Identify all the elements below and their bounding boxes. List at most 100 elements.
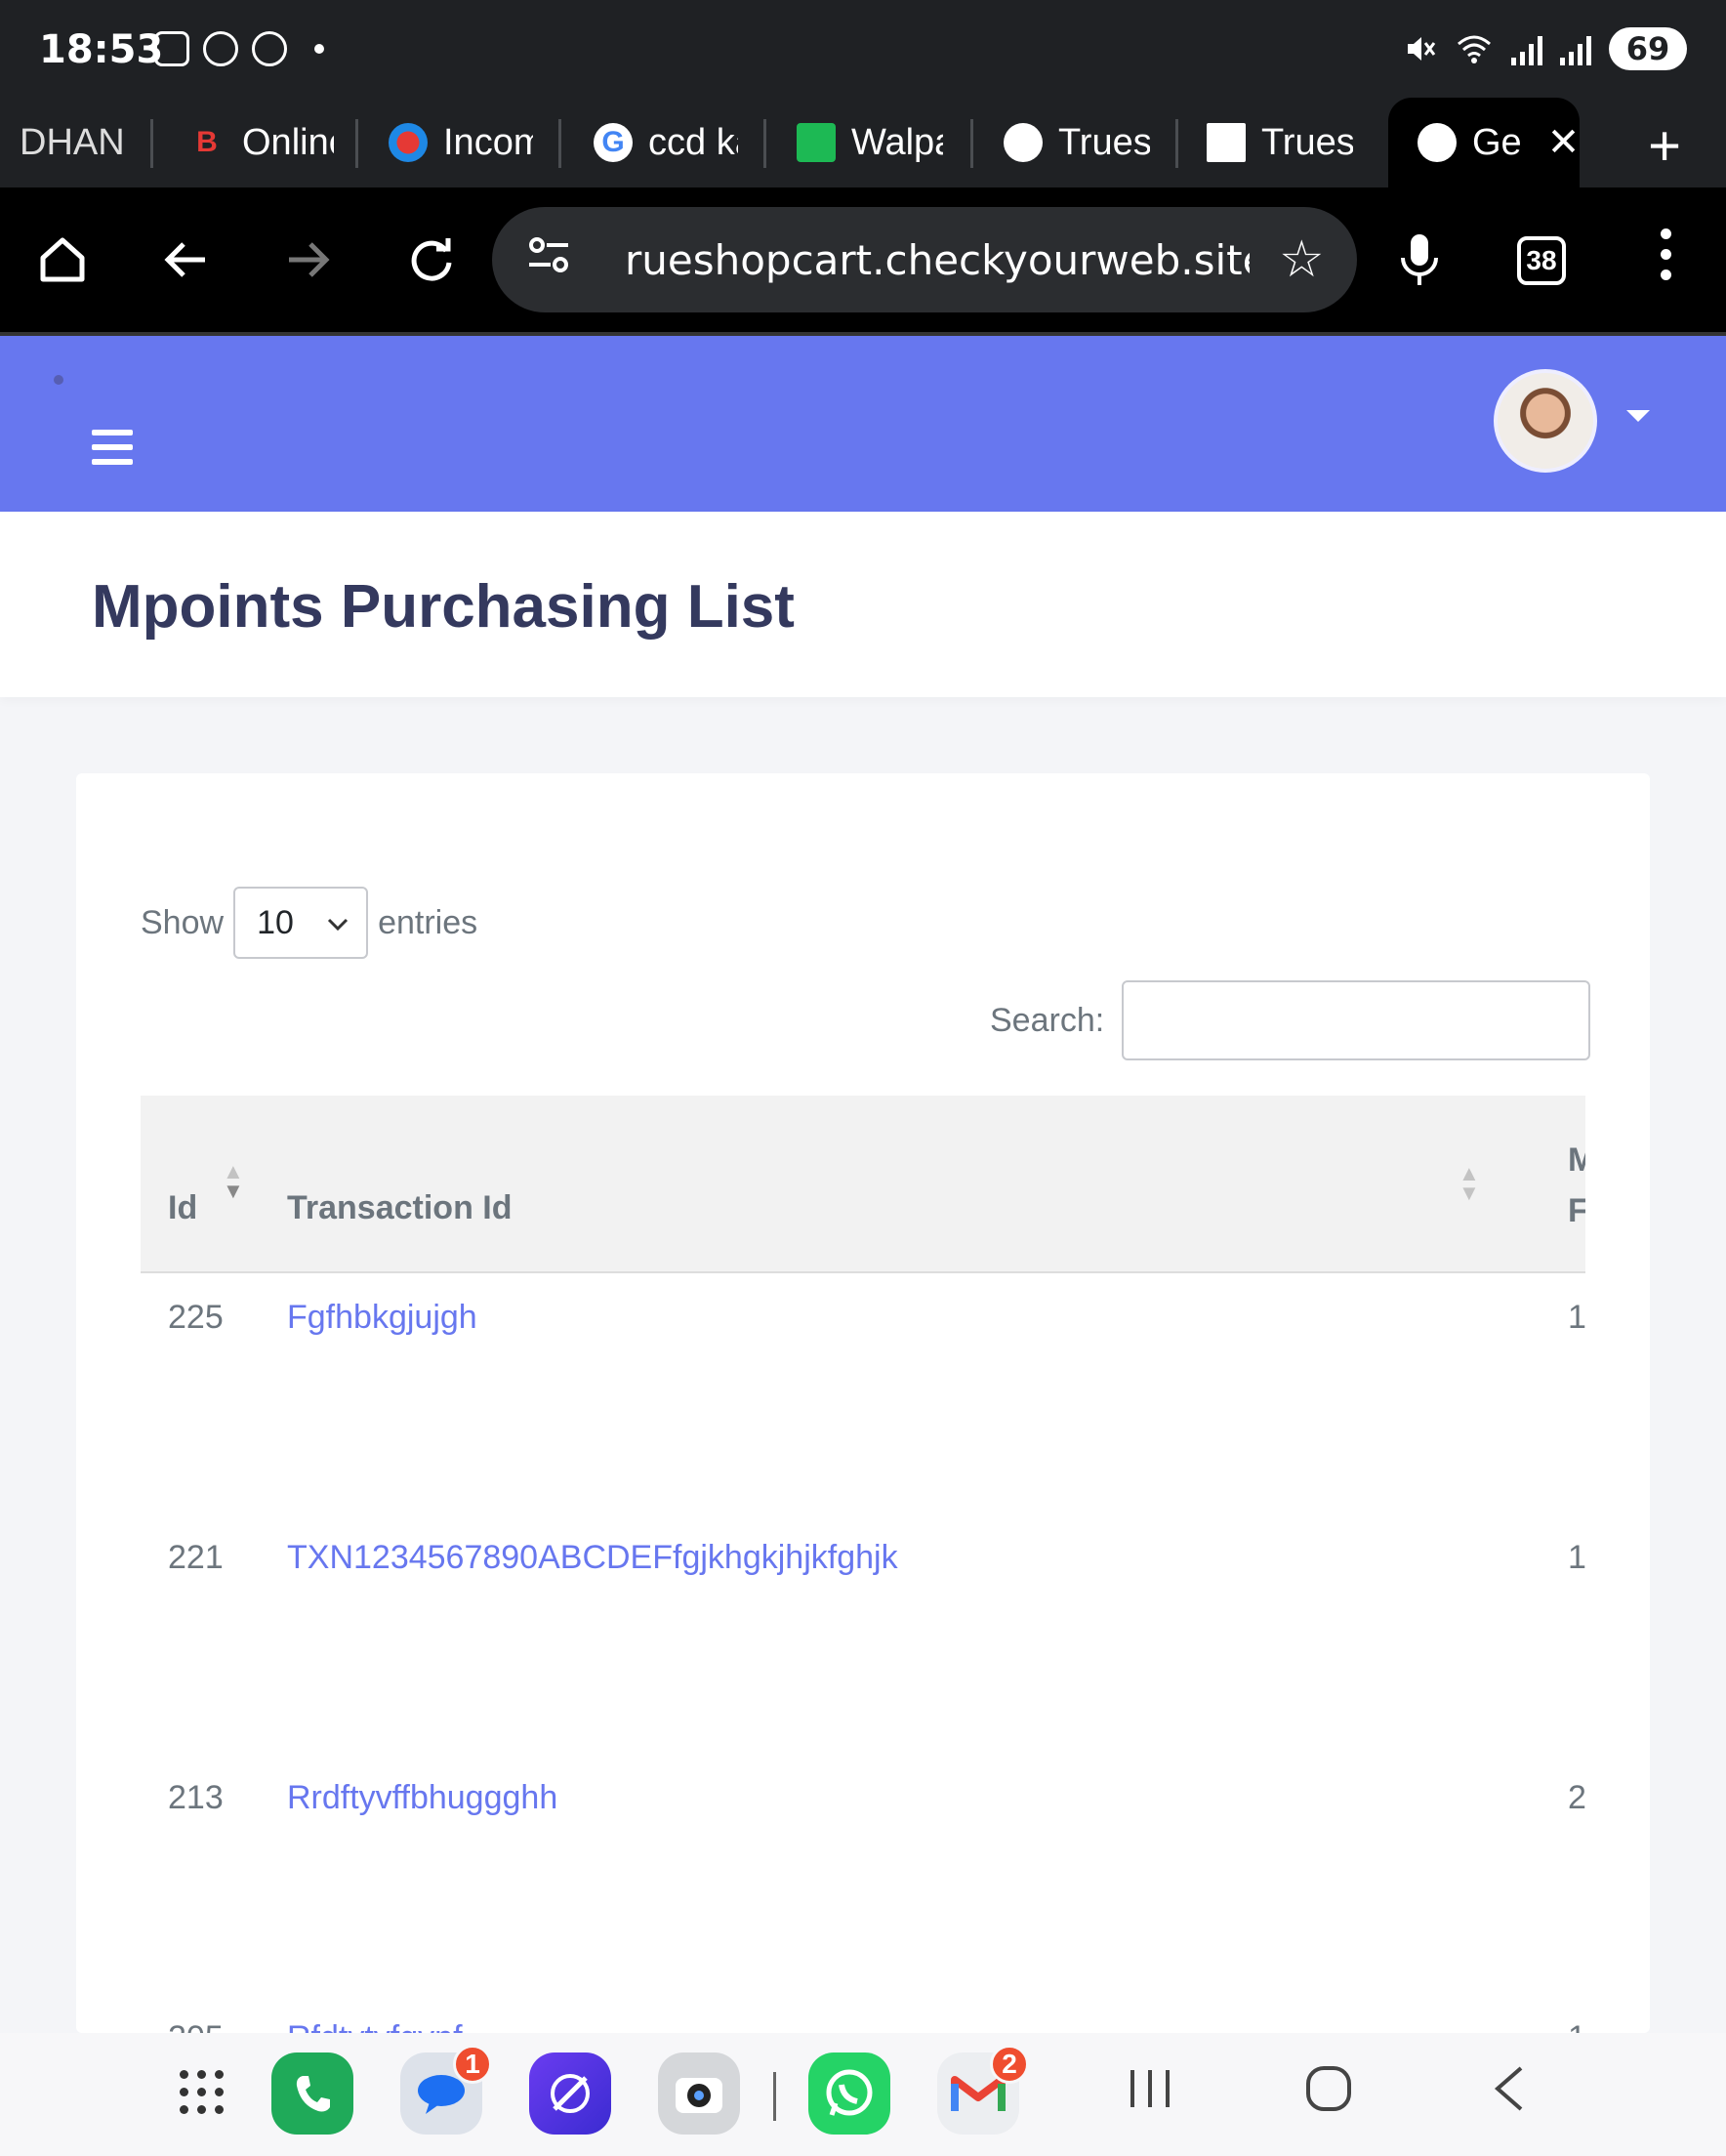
messages-app-icon[interactable]: 1	[400, 2045, 492, 2135]
bookmark-star-icon[interactable]: ☆	[1279, 230, 1325, 289]
more-options-icon[interactable]	[1656, 228, 1675, 280]
cell-clipped: 1	[1568, 2019, 1585, 2033]
battery-level: 69	[1625, 30, 1670, 67]
page-title-section: Mpoints Purchasing List	[0, 512, 1726, 697]
globe-icon	[1418, 123, 1457, 162]
phone-app-icon[interactable]	[271, 2052, 353, 2135]
trueshop-favicon-icon	[1207, 123, 1246, 162]
system-icons: 69	[1404, 27, 1687, 70]
column-header-clipped[interactable]: M F	[1568, 1135, 1585, 1236]
search-input[interactable]	[1122, 980, 1591, 1060]
cell-id: 213	[168, 1779, 224, 1816]
table-search: Search:	[990, 980, 1591, 1060]
entries-select[interactable]: 10	[233, 887, 369, 959]
app-drawer-icon[interactable]	[180, 2070, 225, 2115]
status-bar: 18:53 69	[0, 0, 1726, 98]
tab-income[interactable]: Incom	[389, 98, 533, 187]
android-nav-bar: 1 2	[0, 2033, 1726, 2156]
transaction-link[interactable]: Rrdftyvffbhuggghh	[287, 1779, 557, 1817]
gmail-app-icon[interactable]: 2	[937, 2045, 1029, 2135]
tab-label: Incom	[443, 121, 533, 163]
clipped-header-line-1: M	[1568, 1141, 1585, 1179]
back-arrow-icon[interactable]	[154, 228, 217, 291]
transaction-link[interactable]: Fgfhbkgjujgh	[287, 1299, 477, 1337]
battery-indicator: 69	[1609, 27, 1687, 70]
tab-label: Trues	[1058, 121, 1150, 163]
reload-icon[interactable]	[400, 228, 463, 291]
user-avatar[interactable]	[1494, 369, 1597, 473]
browser-toolbar: rueshopcart.checkyourweb.site ☆ 38	[0, 187, 1726, 332]
wallpaper-app-icon	[797, 123, 836, 162]
cell-clipped: 1	[1568, 1539, 1585, 1576]
microphone-icon[interactable]	[1388, 228, 1451, 291]
column-header-id[interactable]: Id	[168, 1189, 197, 1227]
tab-count-label: 38	[1526, 245, 1557, 275]
app-header	[0, 336, 1726, 512]
user-dropdown-caret-icon[interactable]	[1626, 410, 1650, 422]
transaction-link[interactable]: Rfdtytyfgvnf	[287, 2019, 463, 2033]
tab-trues-1[interactable]: Trues	[1004, 98, 1150, 187]
column-header-transaction-id[interactable]: Transaction Id	[287, 1189, 513, 1227]
address-bar[interactable]: rueshopcart.checkyourweb.site ☆	[492, 207, 1357, 312]
site-settings-icon[interactable]	[527, 235, 586, 284]
home-icon[interactable]	[31, 228, 94, 291]
tab-label: ccd ka	[648, 121, 738, 163]
tab-favicon-income	[389, 123, 428, 162]
entries-label: entries	[378, 903, 478, 941]
mute-icon	[1408, 37, 1436, 61]
url-text: rueshopcart.checkyourweb.site	[625, 235, 1250, 284]
table-row: 213 Rrdftyvffbhuggghh 2	[141, 1754, 1585, 1994]
status-time: 18:53	[39, 27, 164, 72]
hamburger-menu-icon[interactable]	[92, 430, 133, 465]
tab-online[interactable]: B Online	[187, 98, 334, 187]
tab-label: Ge	[1472, 121, 1522, 163]
chat-bubble-icon	[252, 31, 287, 66]
table-row: 221 TXN1234567890ABCDEFfgjkhgkjhjkfghjk …	[141, 1513, 1585, 1754]
signal-2-icon	[1560, 32, 1591, 65]
basketball-icon	[203, 31, 238, 66]
entries-length-control: Show 10 entries	[141, 887, 477, 959]
table-row: 205 Rfdtytyfgvnf 1	[141, 1994, 1585, 2033]
forward-arrow-icon[interactable]	[277, 228, 340, 291]
tab-active[interactable]: Ge ✕	[1388, 98, 1580, 187]
tab-favicon-b: B	[196, 126, 218, 158]
tab-separator	[355, 119, 358, 168]
tab-label: Online	[242, 121, 334, 163]
messages-badge: 1	[453, 2045, 492, 2084]
tab-separator	[763, 119, 766, 168]
tab-switcher-button[interactable]: 38	[1517, 236, 1566, 285]
tab-ccd[interactable]: G ccd ka	[594, 98, 738, 187]
transaction-link[interactable]: TXN1234567890ABCDEFfgjkhgkjhjkfghjk	[287, 1539, 898, 1577]
browser-app-icon[interactable]	[529, 2052, 611, 2135]
back-nav-icon[interactable]	[1490, 2062, 1529, 2126]
tab-label: DHAN	[20, 121, 125, 163]
screenshot-icon	[154, 31, 189, 66]
recent-apps-icon[interactable]	[1127, 2062, 1173, 2126]
table-row: 225 Fgfhbkgjujgh 1	[141, 1273, 1585, 1513]
camera-app-icon[interactable]	[658, 2052, 740, 2135]
tab-dhan[interactable]: DHAN	[20, 98, 127, 187]
whatsapp-app-icon[interactable]	[808, 2052, 890, 2135]
search-label: Search:	[990, 1001, 1105, 1039]
cell-id: 225	[168, 1299, 224, 1336]
tab-walpa[interactable]: Walpa	[797, 98, 943, 187]
new-tab-plus-icon[interactable]: +	[1648, 113, 1681, 179]
tab-separator	[1175, 119, 1178, 168]
header-dot	[54, 375, 63, 385]
table-header: Id ▲ ▼ Transaction Id ▲ ▼ M F	[141, 1096, 1585, 1273]
tab-separator	[970, 119, 973, 168]
sort-icon: ▲ ▼	[223, 1159, 244, 1203]
signal-1-icon	[1511, 32, 1542, 65]
tab-trues-2[interactable]: Trues	[1207, 98, 1353, 187]
cell-id: 221	[168, 1539, 224, 1576]
show-label: Show	[141, 903, 225, 941]
cell-clipped: 2	[1568, 1779, 1585, 1816]
globe-icon	[1004, 123, 1043, 162]
tab-separator	[558, 119, 561, 168]
home-nav-icon[interactable]	[1304, 2062, 1353, 2126]
more-notifications-dot-icon	[314, 44, 324, 54]
gmail-badge: 2	[990, 2045, 1029, 2084]
close-tab-icon[interactable]: ✕	[1547, 120, 1580, 165]
clipped-header-line-2: F	[1568, 1192, 1585, 1229]
tab-separator	[150, 119, 153, 168]
